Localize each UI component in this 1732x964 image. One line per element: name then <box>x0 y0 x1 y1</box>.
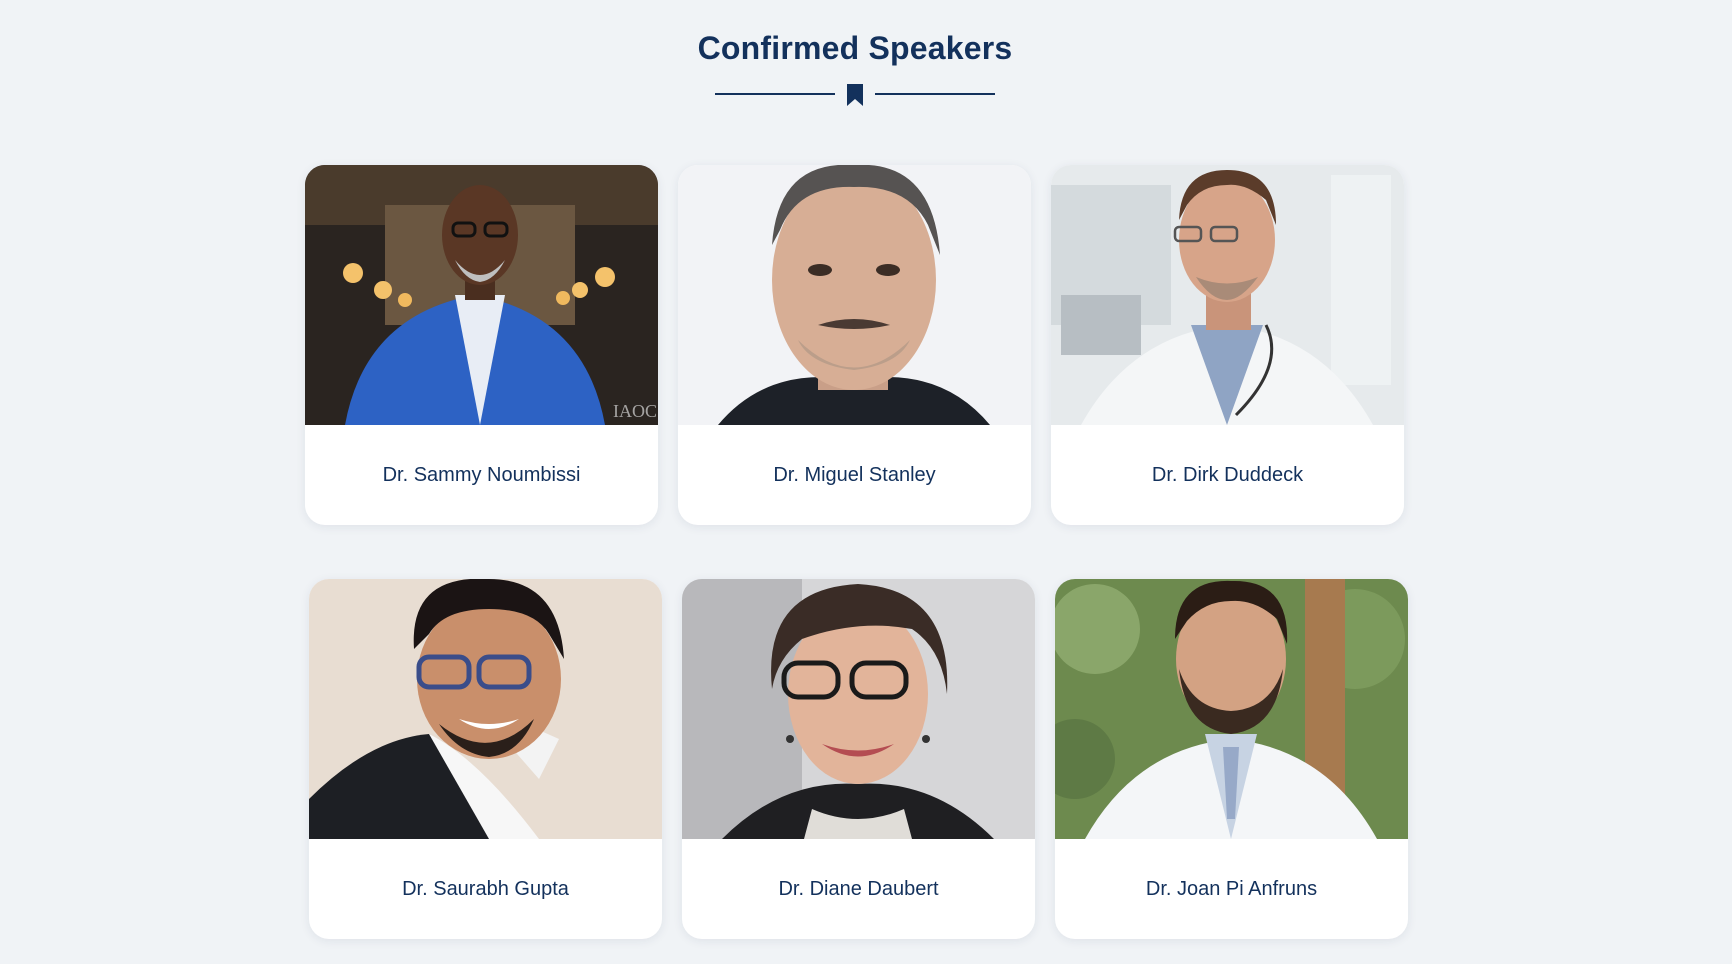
speaker-name: Dr. Miguel Stanley <box>773 464 936 486</box>
speaker-photo <box>678 165 1031 425</box>
speaker-photo: IAOC <box>305 165 658 425</box>
speaker-name: Dr. Sammy Noumbissi <box>382 464 581 486</box>
divider-line-right <box>875 93 995 95</box>
title-divider <box>715 82 995 106</box>
speaker-card[interactable]: Dr. Joan Pi Anfruns <box>1055 579 1408 939</box>
speaker-card[interactable]: Dr. Diane Daubert <box>682 579 1035 939</box>
speaker-photo <box>1055 579 1408 839</box>
speaker-photo <box>1051 165 1404 425</box>
speaker-card[interactable]: IAOC Dr. Sammy Noumbissi <box>305 165 658 525</box>
speaker-photo <box>682 579 1035 839</box>
divider-line-left <box>715 93 835 95</box>
speaker-name: Dr. Saurabh Gupta <box>402 878 569 900</box>
speaker-card[interactable]: Dr. Saurabh Gupta <box>309 579 662 939</box>
speaker-name: Dr. Dirk Duddeck <box>1151 464 1304 486</box>
speaker-card[interactable]: Dr. Miguel Stanley <box>678 165 1031 525</box>
speaker-name: Dr. Joan Pi Anfruns <box>1145 878 1318 900</box>
svg-text:IAOC: IAOC <box>613 401 657 421</box>
speaker-name: Dr. Diane Daubert <box>778 878 939 900</box>
bookmark-icon <box>847 84 863 106</box>
speaker-photo <box>309 579 662 839</box>
speaker-card[interactable]: Dr. Dirk Duddeck <box>1051 165 1404 525</box>
section-title: Confirmed Speakers <box>697 30 1013 66</box>
